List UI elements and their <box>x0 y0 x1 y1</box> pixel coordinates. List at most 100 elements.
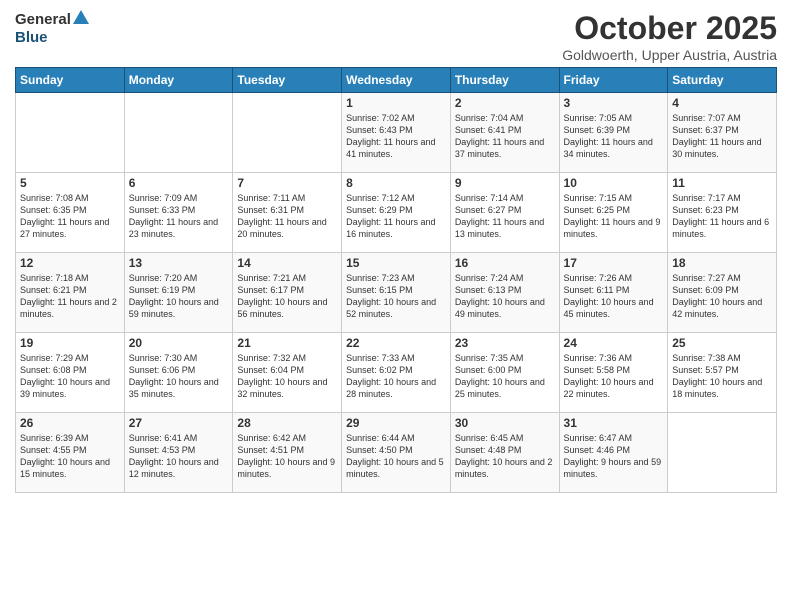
cell-content: Sunrise: 6:41 AM Sunset: 4:53 PM Dayligh… <box>129 432 229 481</box>
calendar-cell: 11Sunrise: 7:17 AM Sunset: 6:23 PM Dayli… <box>668 173 777 253</box>
day-number: 2 <box>455 96 555 110</box>
calendar-cell: 6 Sunrise: 7:09 AM Sunset: 6:33 PM Daylig… <box>124 173 233 253</box>
day-number: 31 <box>564 416 664 430</box>
day-number: 4 <box>672 96 772 110</box>
logo-general: General <box>15 11 71 28</box>
calendar-cell: 28 Sunrise: 6:42 AM Sunset: 4:51 PM Dayli… <box>233 413 342 493</box>
calendar-cell <box>233 93 342 173</box>
cell-content: Sunrise: 7:04 AM Sunset: 6:41 PM Dayligh… <box>455 112 555 161</box>
cell-content: Sunrise: 7:09 AM Sunset: 6:33 PM Dayligh… <box>129 192 229 241</box>
calendar-cell: 18Sunrise: 7:27 AM Sunset: 6:09 PM Dayli… <box>668 253 777 333</box>
day-number: 10 <box>564 176 664 190</box>
weekday-header-tuesday: Tuesday <box>233 68 342 93</box>
calendar-cell: 14 Sunrise: 7:21 AM Sunset: 6:17 PM Dayli… <box>233 253 342 333</box>
calendar-cell: 25 Sunrise: 7:38 AM Sunset: 5:57 PM Dayli… <box>668 333 777 413</box>
calendar-cell: 23 Sunrise: 7:35 AM Sunset: 6:00 PM Dayli… <box>450 333 559 413</box>
calendar-cell: 4 Sunrise: 7:07 AM Sunset: 6:37 PM Daylig… <box>668 93 777 173</box>
day-number: 5 <box>20 176 120 190</box>
title-block: October 2025 Goldwoerth, Upper Austria, … <box>562 10 777 63</box>
calendar-cell: 21 Sunrise: 7:32 AM Sunset: 6:04 PM Dayli… <box>233 333 342 413</box>
cell-content: Sunrise: 7:23 AM Sunset: 6:15 PM Dayligh… <box>346 272 446 321</box>
day-number: 16 <box>455 256 555 270</box>
cell-content: Sunrise: 7:29 AM Sunset: 6:08 PM Dayligh… <box>20 352 120 401</box>
day-number: 12 <box>20 256 120 270</box>
calendar-cell: 2 Sunrise: 7:04 AM Sunset: 6:41 PM Daylig… <box>450 93 559 173</box>
day-number: 7 <box>237 176 337 190</box>
weekday-header-row: SundayMondayTuesdayWednesdayThursdayFrid… <box>16 68 777 93</box>
calendar-cell: 10 Sunrise: 7:15 AM Sunset: 6:25 PM Dayli… <box>559 173 668 253</box>
cell-content: Sunrise: 7:30 AM Sunset: 6:06 PM Dayligh… <box>129 352 229 401</box>
calendar-cell: 20Sunrise: 7:30 AM Sunset: 6:06 PM Dayli… <box>124 333 233 413</box>
day-number: 21 <box>237 336 337 350</box>
cell-content: Sunrise: 7:18 AM Sunset: 6:21 PM Dayligh… <box>20 272 120 321</box>
day-number: 1 <box>346 96 446 110</box>
day-number: 9 <box>455 176 555 190</box>
month-title: October 2025 <box>562 10 777 47</box>
day-number: 6 <box>129 176 229 190</box>
calendar-cell: 8Sunrise: 7:12 AM Sunset: 6:29 PM Daylig… <box>342 173 451 253</box>
calendar-cell: 29 Sunrise: 6:44 AM Sunset: 4:50 PM Dayli… <box>342 413 451 493</box>
cell-content: Sunrise: 7:27 AM Sunset: 6:09 PM Dayligh… <box>672 272 772 321</box>
day-number: 26 <box>20 416 120 430</box>
cell-content: Sunrise: 7:26 AM Sunset: 6:11 PM Dayligh… <box>564 272 664 321</box>
cell-content: Sunrise: 7:38 AM Sunset: 5:57 PM Dayligh… <box>672 352 772 401</box>
day-number: 11 <box>672 176 772 190</box>
cell-content: Sunrise: 7:24 AM Sunset: 6:13 PM Dayligh… <box>455 272 555 321</box>
logo-blue: Blue <box>15 29 48 46</box>
weekday-header-sunday: Sunday <box>16 68 125 93</box>
cell-content: Sunrise: 6:39 AM Sunset: 4:55 PM Dayligh… <box>20 432 120 481</box>
day-number: 27 <box>129 416 229 430</box>
day-number: 25 <box>672 336 772 350</box>
cell-content: Sunrise: 7:21 AM Sunset: 6:17 PM Dayligh… <box>237 272 337 321</box>
day-number: 29 <box>346 416 446 430</box>
day-number: 24 <box>564 336 664 350</box>
day-number: 14 <box>237 256 337 270</box>
cell-content: Sunrise: 7:32 AM Sunset: 6:04 PM Dayligh… <box>237 352 337 401</box>
cell-content: Sunrise: 7:35 AM Sunset: 6:00 PM Dayligh… <box>455 352 555 401</box>
day-number: 15 <box>346 256 446 270</box>
cell-content: Sunrise: 7:07 AM Sunset: 6:37 PM Dayligh… <box>672 112 772 161</box>
cell-content: Sunrise: 6:42 AM Sunset: 4:51 PM Dayligh… <box>237 432 337 481</box>
header: General Blue October 2025 Goldwoerth, Up… <box>15 10 777 63</box>
weekday-header-saturday: Saturday <box>668 68 777 93</box>
cell-content: Sunrise: 6:45 AM Sunset: 4:48 PM Dayligh… <box>455 432 555 481</box>
calendar-cell <box>124 93 233 173</box>
day-number: 28 <box>237 416 337 430</box>
logo-triangle-icon <box>73 10 89 29</box>
calendar-cell: 7 Sunrise: 7:11 AM Sunset: 6:31 PM Daylig… <box>233 173 342 253</box>
calendar-cell: 9Sunrise: 7:14 AM Sunset: 6:27 PM Daylig… <box>450 173 559 253</box>
calendar-cell: 30 Sunrise: 6:45 AM Sunset: 4:48 PM Dayli… <box>450 413 559 493</box>
calendar-cell: 19Sunrise: 7:29 AM Sunset: 6:08 PM Dayli… <box>16 333 125 413</box>
calendar-cell: 1 Sunrise: 7:02 AM Sunset: 6:43 PM Daylig… <box>342 93 451 173</box>
week-row-3: 12 Sunrise: 7:18 AM Sunset: 6:21 PM Dayli… <box>16 253 777 333</box>
page-container: General Blue October 2025 Goldwoerth, Up… <box>0 0 792 503</box>
day-number: 13 <box>129 256 229 270</box>
calendar-cell <box>668 413 777 493</box>
calendar-cell: 15 Sunrise: 7:23 AM Sunset: 6:15 PM Dayli… <box>342 253 451 333</box>
day-number: 17 <box>564 256 664 270</box>
calendar-cell: 26 Sunrise: 6:39 AM Sunset: 4:55 PM Dayli… <box>16 413 125 493</box>
day-number: 8 <box>346 176 446 190</box>
cell-content: Sunrise: 7:15 AM Sunset: 6:25 PM Dayligh… <box>564 192 664 241</box>
calendar-cell: 27 Sunrise: 6:41 AM Sunset: 4:53 PM Dayli… <box>124 413 233 493</box>
calendar-cell: 12 Sunrise: 7:18 AM Sunset: 6:21 PM Dayli… <box>16 253 125 333</box>
week-row-1: 1 Sunrise: 7:02 AM Sunset: 6:43 PM Daylig… <box>16 93 777 173</box>
calendar-table: SundayMondayTuesdayWednesdayThursdayFrid… <box>15 67 777 493</box>
weekday-header-thursday: Thursday <box>450 68 559 93</box>
week-row-2: 5Sunrise: 7:08 AM Sunset: 6:35 PM Daylig… <box>16 173 777 253</box>
cell-content: Sunrise: 7:02 AM Sunset: 6:43 PM Dayligh… <box>346 112 446 161</box>
calendar-cell: 16 Sunrise: 7:24 AM Sunset: 6:13 PM Dayli… <box>450 253 559 333</box>
location-title: Goldwoerth, Upper Austria, Austria <box>562 47 777 63</box>
cell-content: Sunrise: 6:44 AM Sunset: 4:50 PM Dayligh… <box>346 432 446 481</box>
weekday-header-wednesday: Wednesday <box>342 68 451 93</box>
day-number: 30 <box>455 416 555 430</box>
week-row-5: 26 Sunrise: 6:39 AM Sunset: 4:55 PM Dayli… <box>16 413 777 493</box>
calendar-cell: 17 Sunrise: 7:26 AM Sunset: 6:11 PM Dayli… <box>559 253 668 333</box>
logo: General Blue <box>15 10 91 47</box>
calendar-cell: 31Sunrise: 6:47 AM Sunset: 4:46 PM Dayli… <box>559 413 668 493</box>
day-number: 23 <box>455 336 555 350</box>
day-number: 3 <box>564 96 664 110</box>
cell-content: Sunrise: 7:11 AM Sunset: 6:31 PM Dayligh… <box>237 192 337 241</box>
calendar-cell: 5Sunrise: 7:08 AM Sunset: 6:35 PM Daylig… <box>16 173 125 253</box>
calendar-cell <box>16 93 125 173</box>
